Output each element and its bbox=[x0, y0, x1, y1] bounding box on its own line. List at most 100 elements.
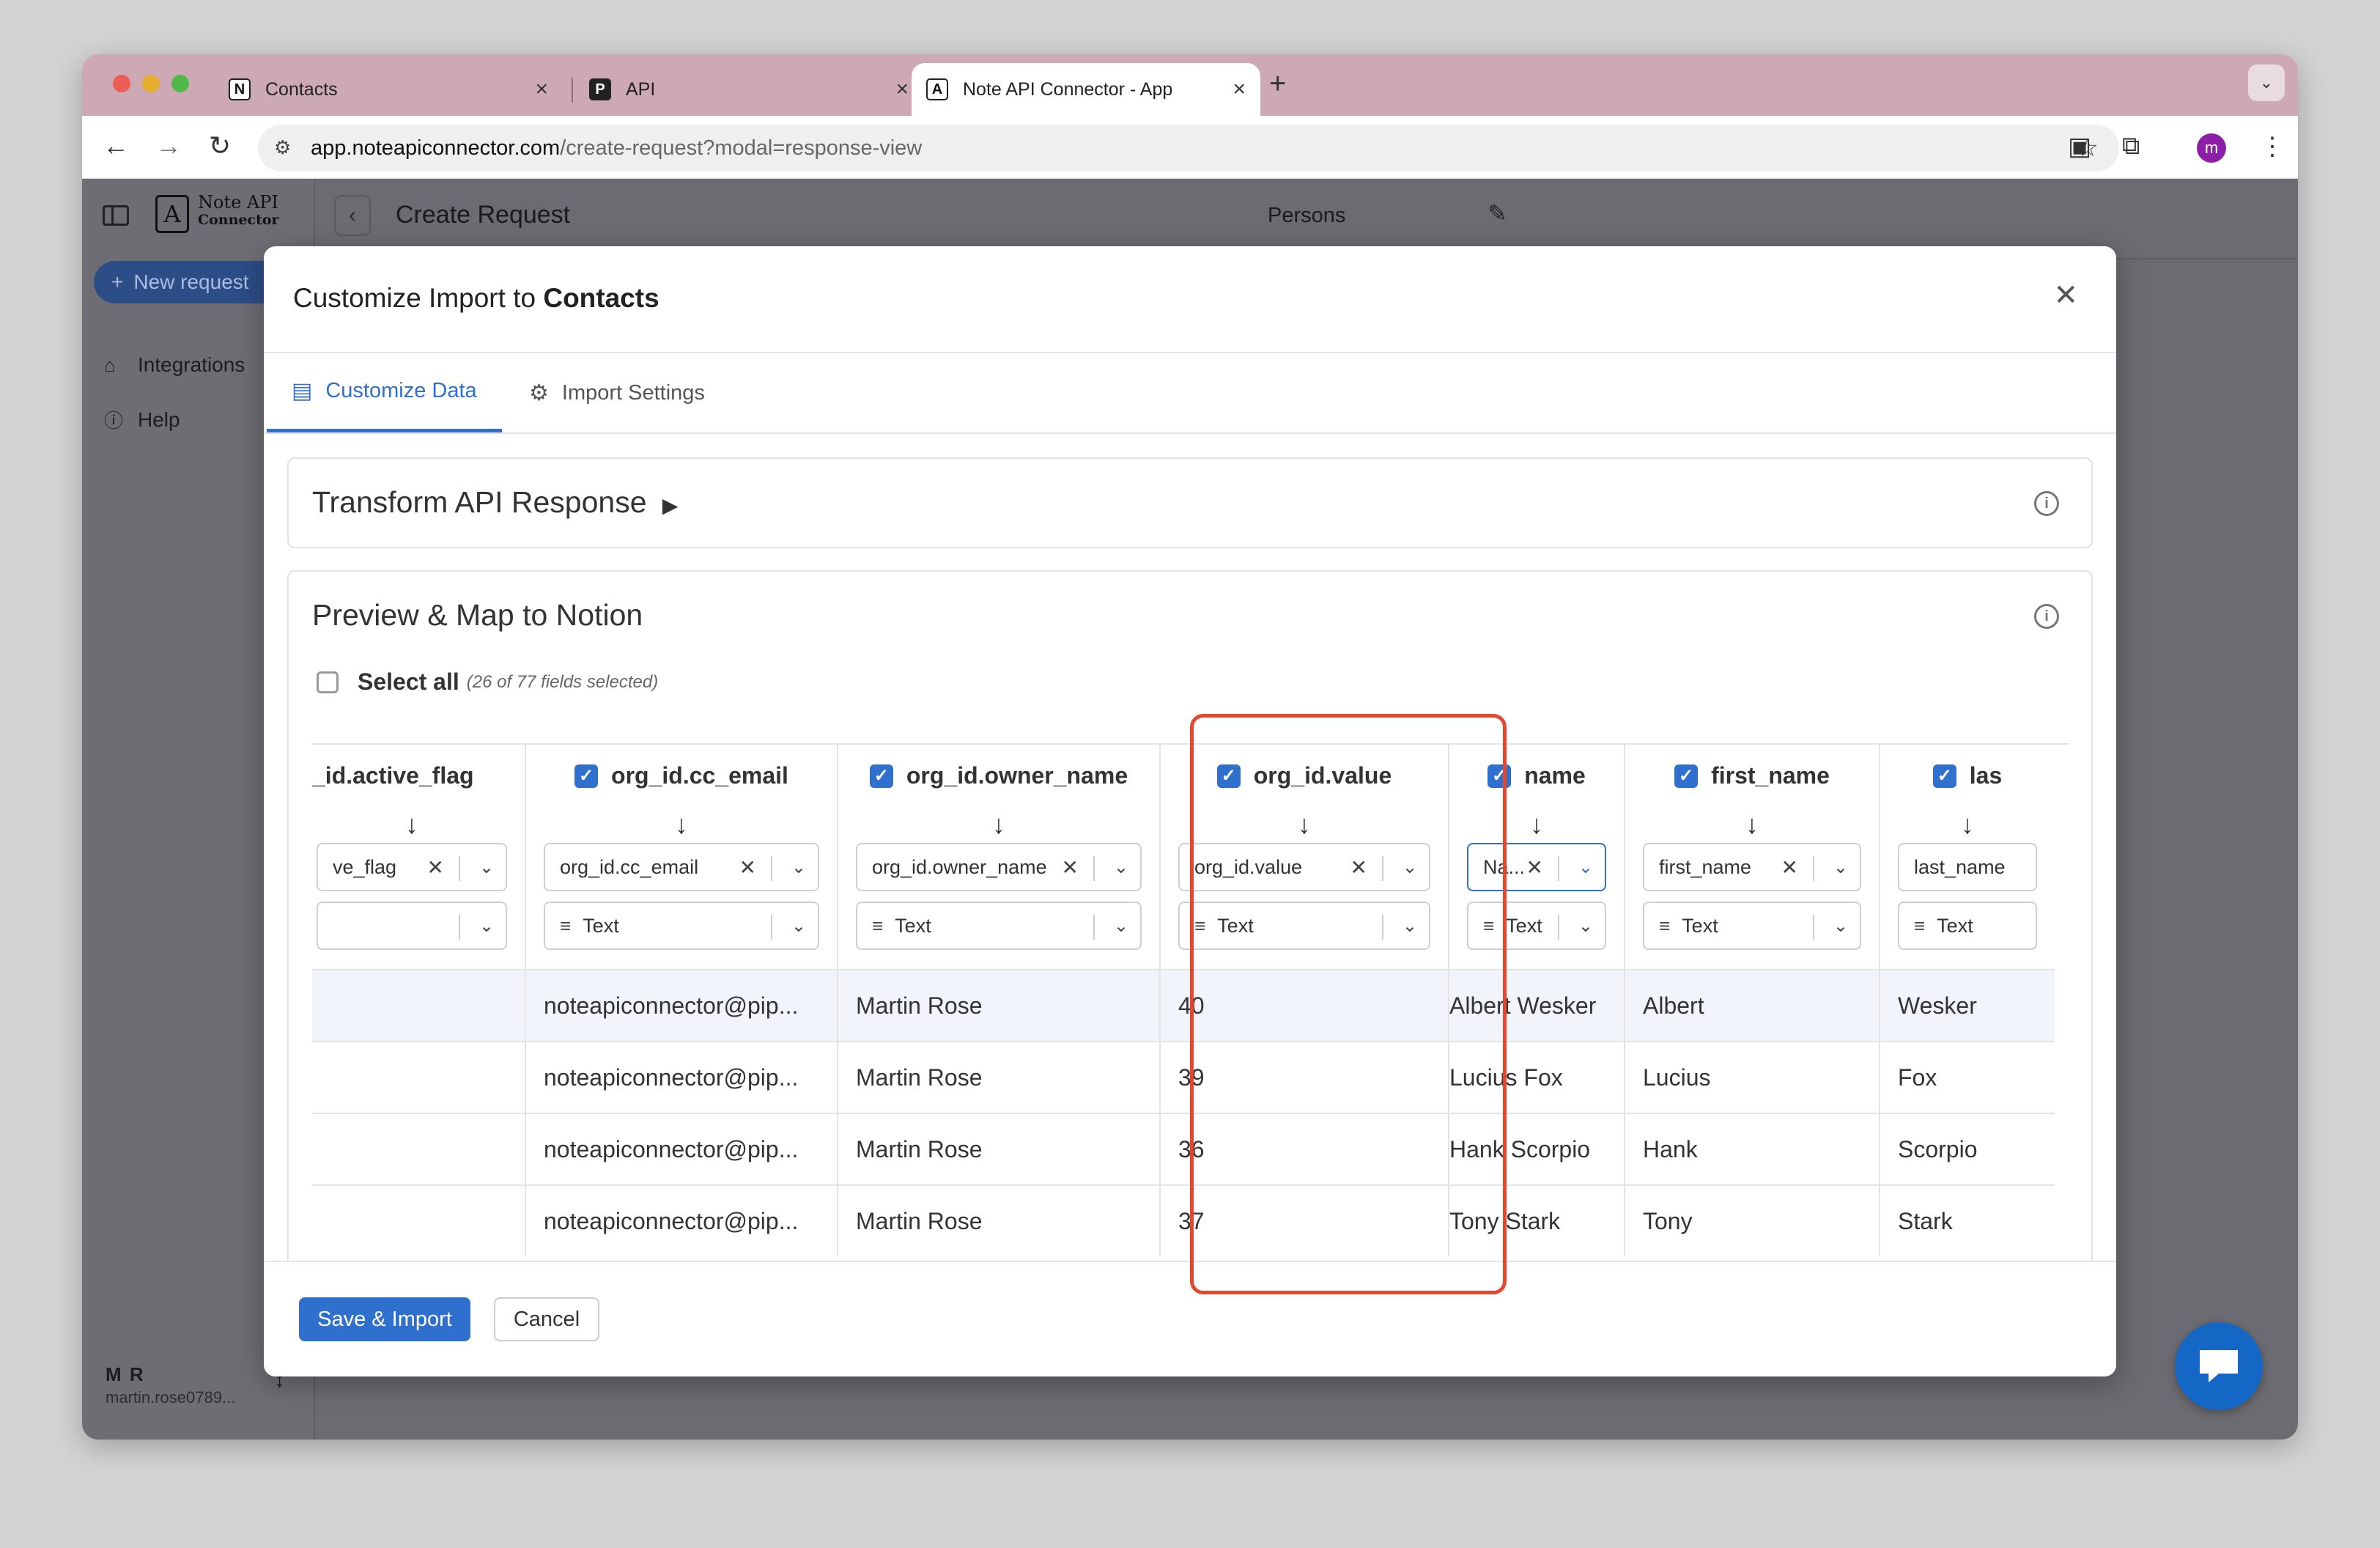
new-tab-icon[interactable]: + bbox=[1269, 67, 1286, 100]
more-vert-icon[interactable]: ⋮ bbox=[2260, 132, 2285, 161]
notion-property-select[interactable]: first_name ✕ ⌄ bbox=[1643, 843, 1861, 891]
close-icon[interactable]: × bbox=[895, 77, 909, 102]
notion-property-select[interactable]: org_id.owner_name ✕ ⌄ bbox=[856, 843, 1142, 891]
property-type-select[interactable]: ≡ Text ⌄ bbox=[1178, 902, 1430, 950]
chevron-down-icon[interactable]: ⌄ bbox=[479, 857, 494, 878]
browser-tab-note-api-connector[interactable]: A Note API Connector - App × bbox=[912, 63, 1260, 116]
notion-property-select[interactable]: ve_flag ✕ ⌄ bbox=[317, 843, 507, 891]
close-window-button[interactable] bbox=[113, 75, 130, 92]
notion-property-select[interactable]: Na... ✕ ⌄ bbox=[1467, 843, 1606, 891]
reload-icon[interactable]: ↻ bbox=[204, 130, 236, 161]
text-type-icon: ≡ bbox=[560, 914, 572, 937]
column-header: ✓ las ↓ last_name ≡ Text bbox=[1880, 745, 2055, 969]
chevron-down-icon[interactable]: ⌄ bbox=[1833, 915, 1848, 937]
save-import-button[interactable]: Save & Import bbox=[299, 1297, 470, 1341]
maximize-window-button[interactable] bbox=[171, 75, 189, 92]
clear-icon[interactable]: ✕ bbox=[1526, 855, 1543, 880]
browser-tab-api[interactable]: P API × bbox=[574, 63, 923, 116]
column-label: ✓ name bbox=[1449, 762, 1624, 789]
clear-icon[interactable]: ✕ bbox=[1350, 855, 1367, 880]
clear-icon[interactable]: ✕ bbox=[427, 855, 444, 880]
property-type-select[interactable]: ≡ Text ⌄ bbox=[856, 902, 1142, 950]
extension-icon[interactable]: ▣ bbox=[2068, 132, 2091, 161]
chevron-left-icon: ‹ bbox=[349, 203, 356, 227]
browser-tab-contacts[interactable]: N Contacts × bbox=[214, 63, 563, 116]
user-email: martin.rose0789... bbox=[106, 1388, 236, 1407]
minimize-window-button[interactable] bbox=[142, 75, 160, 92]
property-type-select[interactable]: ≡ Text bbox=[1898, 902, 2037, 950]
column-checkbox[interactable]: ✓ bbox=[869, 764, 893, 788]
notion-property-select[interactable]: org_id.cc_email ✕ ⌄ bbox=[544, 843, 819, 891]
tab-label: Import Settings bbox=[561, 380, 705, 405]
divider bbox=[1558, 915, 1559, 940]
select-all-checkbox[interactable] bbox=[317, 671, 339, 693]
column-header: _id.active_flag ↓ ve_flag ✕ ⌄ ⌄ bbox=[312, 745, 525, 969]
chevron-down-icon[interactable]: ⌄ bbox=[1114, 857, 1128, 878]
column-checkbox[interactable]: ✓ bbox=[1674, 764, 1699, 788]
type-value: Text bbox=[1937, 914, 1973, 937]
help-circle-icon: ⓘ bbox=[104, 410, 124, 432]
property-type-select[interactable]: ≡ Text ⌄ bbox=[544, 902, 819, 950]
url-host: app.noteapiconnector.com bbox=[311, 136, 561, 160]
site-info-icon[interactable]: ⚙ bbox=[274, 136, 291, 159]
property-type-select[interactable]: ≡ Text ⌄ bbox=[1467, 902, 1606, 950]
chevron-down-icon[interactable]: ⌄ bbox=[1578, 857, 1593, 878]
chevron-down-icon[interactable]: ⌄ bbox=[1402, 857, 1417, 878]
info-icon[interactable]: i bbox=[2034, 491, 2059, 516]
chat-support-button[interactable] bbox=[2175, 1322, 2263, 1410]
tab-customize-data[interactable]: ▤ Customize Data bbox=[267, 353, 502, 432]
preview-section: Preview & Map to Notion i Select all (26… bbox=[287, 570, 2093, 1376]
mapping-value: org_id.value bbox=[1194, 855, 1303, 878]
clear-icon[interactable]: ✕ bbox=[1062, 855, 1079, 880]
sidebar-item-integrations[interactable]: ⌂ Integrations bbox=[104, 353, 245, 377]
modal-title: Customize Import to Contacts bbox=[293, 283, 659, 314]
edit-pencil-icon[interactable]: ✎ bbox=[1488, 199, 1507, 227]
chevron-down-icon[interactable]: ⌄ bbox=[1833, 857, 1848, 878]
select-all-row[interactable]: Select all (26 of 77 fields selected) bbox=[317, 668, 658, 696]
forward-arrow-icon[interactable]: → bbox=[152, 130, 185, 161]
chevron-down-icon[interactable]: ⌄ bbox=[2248, 64, 2285, 101]
table-column: ✓ first_name ↓ first_name ✕ ⌄ ≡ Text ⌄ Albert Luci… bbox=[1624, 745, 1879, 1256]
sidebar-toggle-icon[interactable] bbox=[103, 205, 129, 226]
column-checkbox[interactable]: ✓ bbox=[1216, 764, 1241, 788]
chevron-down-icon[interactable]: ⌄ bbox=[1402, 915, 1417, 937]
notion-property-select[interactable]: org_id.value ✕ ⌄ bbox=[1178, 843, 1430, 891]
column-checkbox[interactable]: ✓ bbox=[1488, 764, 1512, 788]
close-icon[interactable]: ✕ bbox=[2053, 279, 2078, 312]
close-icon[interactable]: × bbox=[1232, 77, 1246, 102]
arrow-down-icon: ↓ bbox=[405, 809, 418, 839]
note-api-connector-icon: A bbox=[926, 78, 948, 100]
column-checkbox[interactable]: ✓ bbox=[1932, 764, 1956, 788]
chevron-down-icon[interactable]: ⌄ bbox=[1578, 915, 1593, 937]
chevron-down-icon[interactable]: ⌄ bbox=[1114, 915, 1128, 937]
chevron-down-icon[interactable]: ⌄ bbox=[791, 857, 806, 878]
puzzle-icon[interactable]: ⧉ bbox=[2122, 132, 2140, 161]
info-icon[interactable]: i bbox=[2034, 604, 2059, 629]
select-all-label: Select all bbox=[358, 668, 459, 695]
column-label-text: org_id.value bbox=[1253, 762, 1392, 789]
property-type-select[interactable]: ≡ Text ⌄ bbox=[1643, 902, 1861, 950]
clear-icon[interactable]: ✕ bbox=[739, 855, 756, 880]
sidebar-item-help[interactable]: ⓘ Help bbox=[104, 406, 180, 433]
transform-section[interactable]: Transform API Response ▶ i bbox=[287, 457, 2093, 548]
tab-import-settings[interactable]: ⚙ Import Settings bbox=[504, 353, 730, 432]
table-cell bbox=[312, 1041, 525, 1113]
back-arrow-icon[interactable]: ← bbox=[100, 130, 132, 161]
chevron-down-icon[interactable]: ⌄ bbox=[479, 915, 494, 937]
arrow-down-icon: ↓ bbox=[1745, 809, 1759, 839]
type-value: Text bbox=[1506, 914, 1542, 937]
cancel-button[interactable]: Cancel bbox=[494, 1297, 599, 1341]
profile-avatar[interactable]: m bbox=[2197, 133, 2226, 163]
notion-property-select[interactable]: last_name bbox=[1898, 843, 2037, 891]
table-cell: Hank bbox=[1625, 1113, 1879, 1184]
close-icon[interactable]: × bbox=[535, 77, 548, 102]
column-checkbox[interactable]: ✓ bbox=[574, 764, 599, 788]
address-bar[interactable]: ⚙ app.noteapiconnector.com/create-reques… bbox=[258, 125, 2119, 172]
chevron-down-icon[interactable]: ⌄ bbox=[791, 915, 806, 937]
back-button[interactable]: ‹ bbox=[334, 195, 371, 236]
clear-icon[interactable]: ✕ bbox=[1781, 855, 1798, 880]
property-type-select[interactable]: ⌄ bbox=[317, 902, 507, 950]
transform-title: Transform API Response ▶ bbox=[312, 485, 678, 520]
column-label-text: org_id.cc_email bbox=[611, 762, 788, 789]
select-all-count: (26 of 77 fields selected) bbox=[466, 671, 659, 692]
